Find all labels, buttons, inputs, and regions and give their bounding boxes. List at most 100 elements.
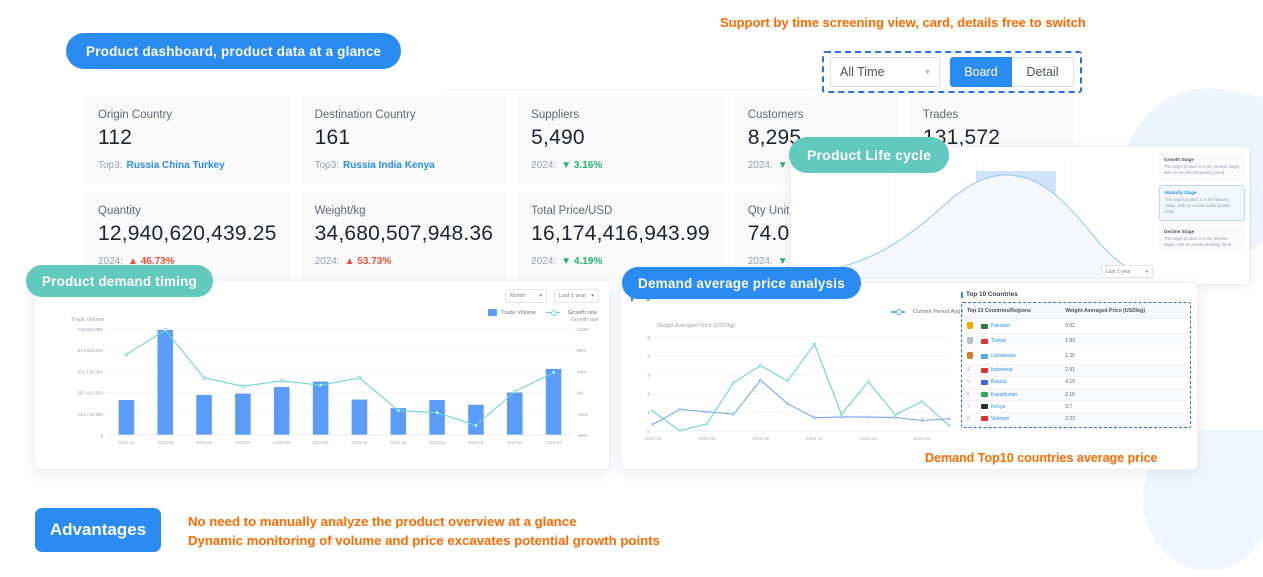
table-row[interactable]: Pakistan 0.92 [963, 318, 1189, 335]
lifecycle-stage-growth-stage[interactable]: Growth Stage The target product is in the… [1159, 153, 1245, 181]
tab-detail[interactable]: Detail [1012, 57, 1074, 87]
tab-board[interactable]: Board [950, 57, 1012, 87]
kpi-label: Suppliers [531, 109, 580, 121]
kpi-card-weight-kg: Weight/kg 34,680,507,948.36 2024: ▲ 53.73% [300, 192, 508, 280]
svg-text:2023-06: 2023-06 [196, 440, 213, 445]
kpi-label: Total Price/USD [531, 205, 613, 217]
svg-text:2023-12: 2023-12 [860, 436, 877, 441]
chevron-down-icon: ▾ [591, 293, 594, 299]
price-cell: 2.23 [1061, 412, 1189, 426]
granularity-select[interactable]: Month ▾ [505, 289, 548, 303]
kpi-foot-label: 2024: [531, 160, 557, 171]
flag-icon [981, 323, 988, 329]
svg-text:574,843,840: 574,843,840 [77, 348, 103, 353]
legend-trade-volume[interactable]: Trade Volume [488, 309, 536, 316]
legend-line-icon [891, 309, 905, 317]
legend-label: Growth rate [567, 309, 597, 316]
top10-annotation-note: Demand Top10 countries average price [925, 451, 1158, 465]
section-marker-icon [961, 291, 963, 298]
rank-number: 4 [967, 367, 970, 374]
kpi-value: 34,680,507,948.36 [314, 222, 494, 245]
kpi-footer: Top3: Russia India Kenya [315, 160, 494, 171]
time-filter-select[interactable]: All Time ▾ [830, 57, 940, 87]
svg-text:2023-07: 2023-07 [235, 440, 252, 445]
country-name: Kazakhstan [991, 391, 1018, 398]
country-name: Uzbekistan [991, 353, 1016, 360]
legend-swatch-icon [488, 309, 498, 316]
svg-text:2023-10: 2023-10 [351, 440, 368, 445]
country-cell: Kazakhstan [977, 388, 1062, 402]
svg-text:2023-05: 2023-05 [157, 440, 174, 445]
price-cell: 2.16 [1061, 388, 1189, 402]
pill-demand-average-price-analysis: Demand average price analysis [622, 267, 861, 299]
kpi-label: Origin Country [98, 109, 173, 121]
top10-countries-section: Top 10 Countries Top 10 Countries/Region… [961, 291, 1191, 428]
svg-text:2023-08: 2023-08 [752, 436, 769, 441]
bar [196, 394, 212, 435]
rank-number: 5 [967, 379, 970, 386]
kpi-top3-value: Russia India Kenya [343, 160, 435, 171]
stage-description: The target product is in the Decline Sta… [1164, 235, 1231, 248]
table-row[interactable]: 6 Kazakhstan 2.16 [963, 388, 1189, 402]
lifecycle-stage-maturity-stage[interactable]: Maturity Stage The target product is in t… [1159, 184, 1245, 221]
lifecycle-period-select[interactable]: Last 1 year ▾ [1101, 265, 1153, 278]
svg-text:2023-08: 2023-08 [274, 440, 291, 445]
svg-text:2023-09: 2023-09 [313, 440, 330, 445]
bar [468, 404, 484, 435]
kpi-delta-down: ▼ 3.16% [561, 160, 603, 171]
svg-text:2023-12: 2023-12 [429, 440, 446, 445]
rank-cell: 5 [963, 376, 977, 389]
legend-growth-rate[interactable]: Growth rate [545, 309, 597, 317]
avg-price-trend-chart: 0 1 2 3 4 5 2023-04 2023-06 2023-08 2023-10 2023-1… [645, 335, 951, 441]
table-header-row: Top 10 Countries/Regions Weight-Averaged… [963, 304, 1189, 319]
kpi-value: 112 [98, 126, 133, 149]
kpi-value: 12,940,620,439.25 [98, 222, 277, 245]
table-row[interactable]: 7 Kenya 0.7 [963, 400, 1189, 414]
svg-text:2024-03: 2024-03 [546, 440, 563, 445]
demand-timing-chart: 718,554,880 120% 574,843,840 80% 431,132,880… [77, 327, 588, 445]
flag-icon [981, 416, 988, 422]
svg-text:0%: 0% [577, 391, 584, 396]
kpi-foot-label: 2024: [314, 256, 340, 267]
table-row[interactable]: 5 Russia 4.19 [963, 376, 1189, 389]
flag-icon [981, 379, 988, 385]
bar [351, 399, 368, 435]
stage-title: Decline Stage [1164, 228, 1195, 234]
table-row[interactable]: Uzbekistan 1.25 [963, 348, 1189, 365]
pill-product-dashboard: Product dashboard, product data at a gla… [66, 33, 402, 69]
kpi-value: 161 [314, 126, 351, 149]
svg-text:80%: 80% [577, 348, 586, 353]
bar [118, 400, 135, 435]
bar [429, 400, 445, 435]
kpi-value: 5,490 [531, 126, 585, 149]
price-cell: 2.91 [1061, 364, 1189, 377]
table-row[interactable]: 8 Vietnam 2.23 [963, 412, 1189, 426]
lifecycle-stage-decline-stage[interactable]: Decline Stage The target product is in th… [1159, 224, 1245, 253]
svg-text:2023-06: 2023-06 [698, 436, 715, 441]
svg-text:2: 2 [647, 391, 650, 397]
bar [506, 392, 523, 435]
demand-period-value: Last 1 year [559, 293, 587, 299]
top10-title: Top 10 Countries [966, 291, 1018, 298]
kpi-label: Trades [922, 109, 959, 121]
column-header-price: Weight-Averaged Price (USD/kg) [1061, 304, 1189, 319]
medal-icon [967, 351, 973, 359]
demand-period-select[interactable]: Last 1 year ▾ [554, 289, 599, 303]
kpi-label: Weight/kg [314, 205, 366, 217]
rank-cell: 6 [963, 388, 977, 402]
chevron-down-icon: ▾ [1145, 268, 1148, 275]
country-name: Turkey [991, 338, 1007, 345]
column-header-country: Top 10 Countries/Regions [963, 304, 1062, 319]
bar [235, 393, 251, 435]
table-row[interactable]: Turkey 1.83 [963, 333, 1189, 350]
table-row[interactable]: 4 Indonesia 2.91 [963, 364, 1189, 377]
rank-number: 8 [967, 415, 970, 422]
svg-text:718,554,880: 718,554,880 [77, 327, 103, 332]
kpi-card-suppliers: Suppliers 5,490 2024: ▼ 3.16% [517, 96, 724, 184]
stage-description: The target product is in the Maturity St… [1165, 196, 1230, 215]
country-cell: Vietnam [977, 412, 1062, 426]
country-name: Vietnam [991, 415, 1010, 422]
medal-icon [967, 321, 973, 329]
kpi-value: 16,174,416,943.99 [531, 222, 710, 245]
kpi-card-origin-country: Origin Country 112 Top3: Russia China Turke… [84, 96, 291, 184]
